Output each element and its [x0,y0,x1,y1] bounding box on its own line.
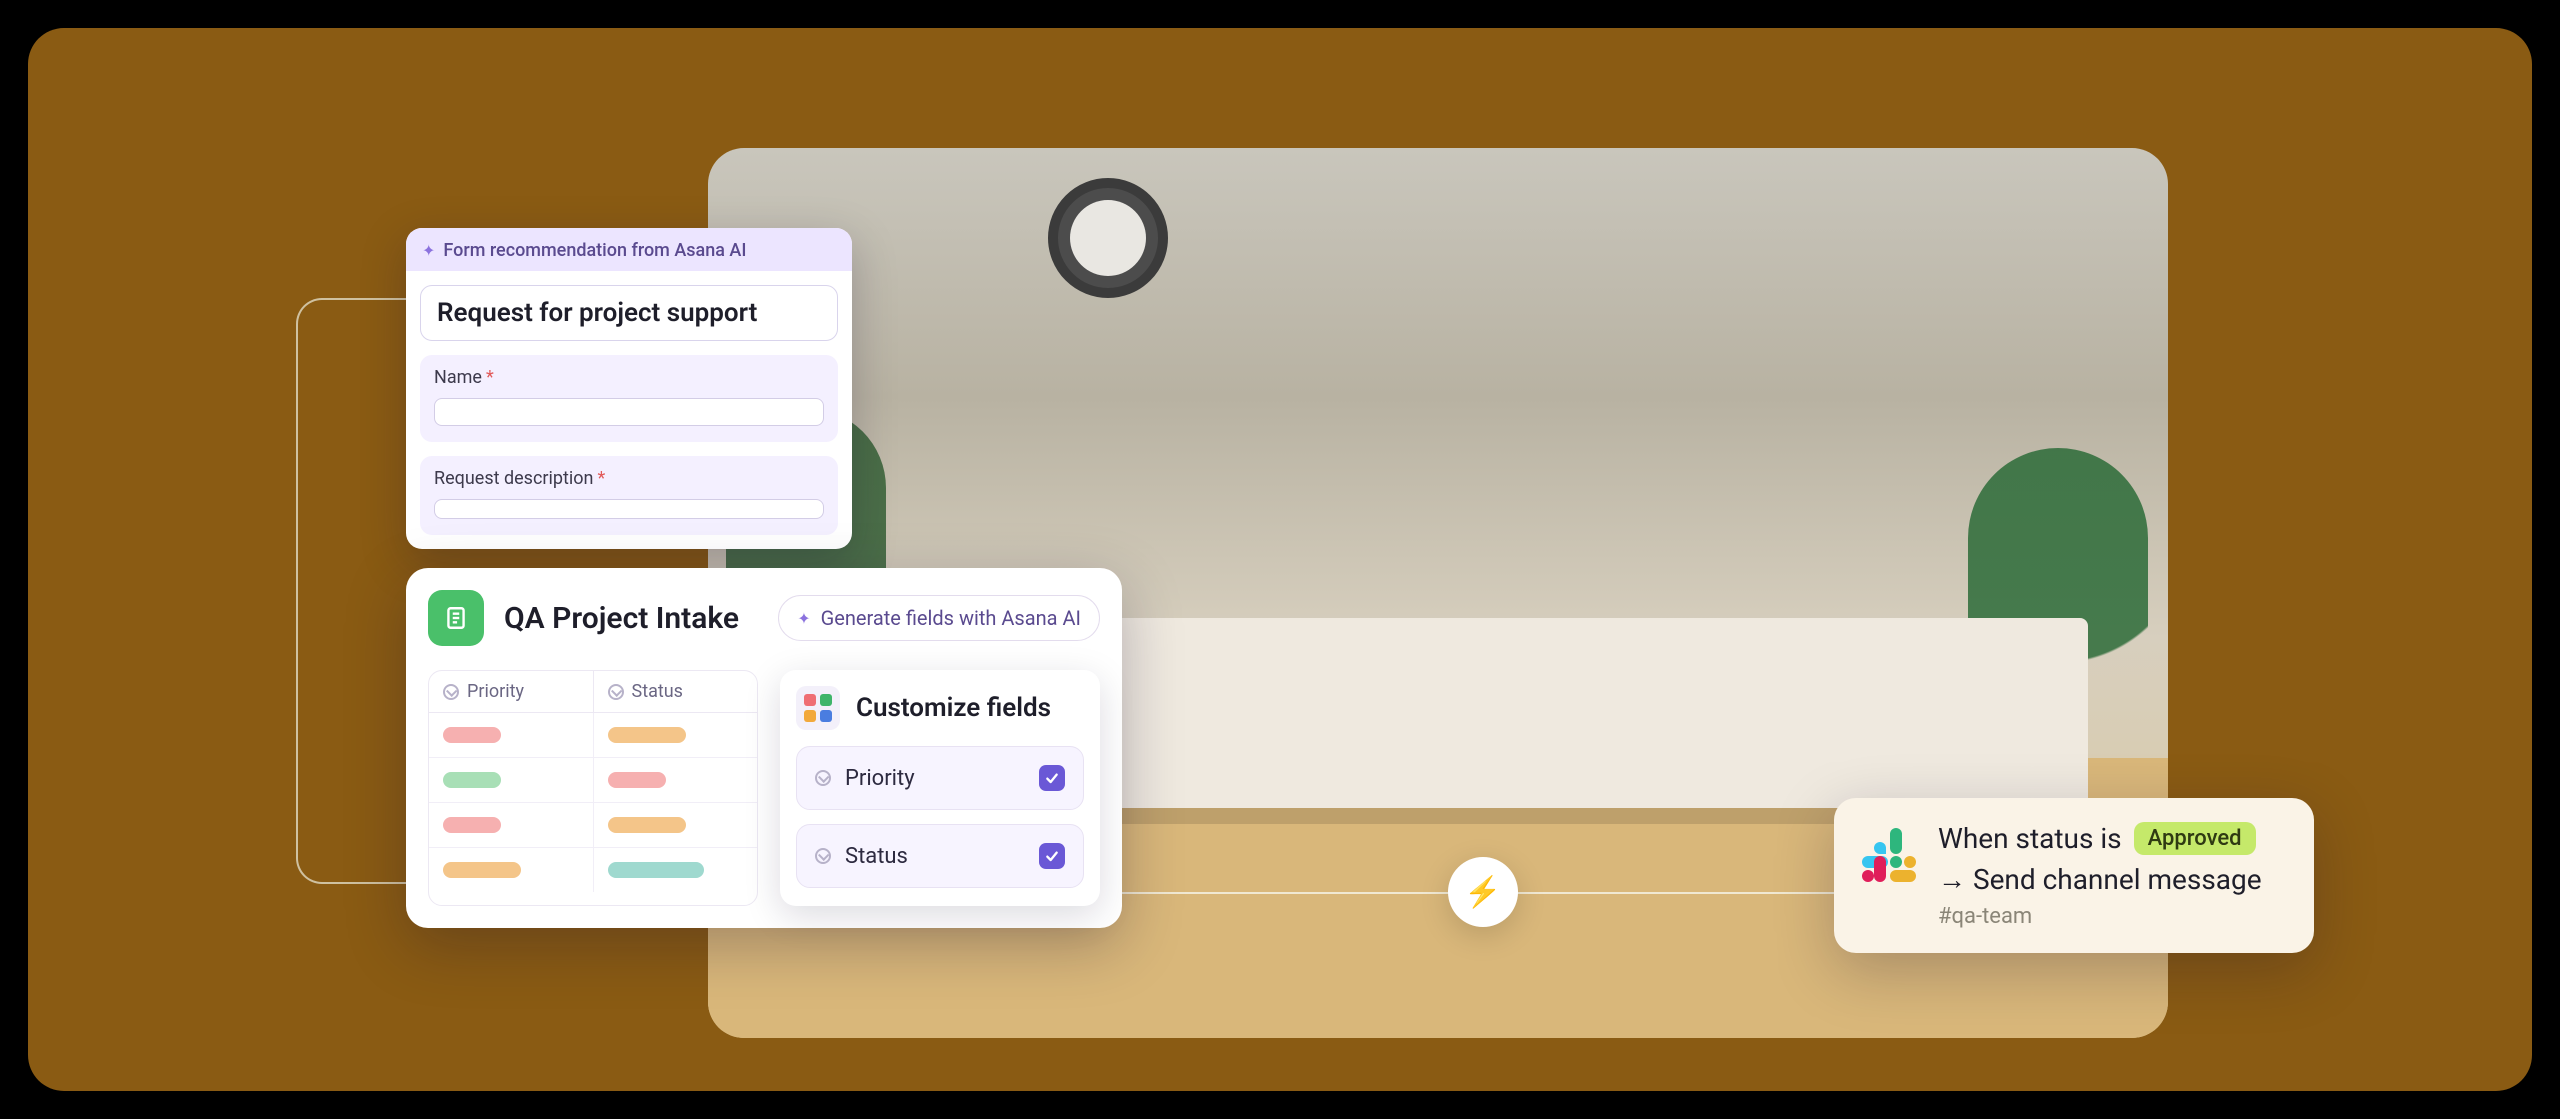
customize-title: Customize fields [856,693,1051,723]
chevron-down-icon [608,684,624,700]
form-card-header: ✦ Form recommendation from Asana AI [406,228,852,271]
name-field-label: Name [434,367,482,388]
form-group-name: Name * [420,355,838,442]
chevron-down-icon [815,848,831,864]
form-recommendation-card: ✦ Form recommendation from Asana AI Requ… [406,228,852,549]
checkbox-checked-icon[interactable] [1039,843,1065,869]
form-header-label: Form recommendation from Asana AI [443,240,746,261]
slack-icon [1860,826,1916,882]
name-input[interactable] [434,398,824,426]
customize-icon [796,686,840,730]
field-toggle-status[interactable]: Status [796,824,1084,888]
project-icon [428,590,484,646]
rule-channel: #qa-team [1938,904,2288,929]
description-field-label: Request description [434,468,593,489]
customize-fields-card: Customize fields Priority Status [780,670,1100,906]
field-toggle-priority[interactable]: Priority [796,746,1084,810]
automation-bolt-badge: ⚡ [1448,857,1518,927]
form-group-description: Request description * [420,456,838,535]
fields-preview-table: Priority Status [428,670,758,906]
connector-line-left [296,298,416,884]
field-label-status: Status [845,844,1025,869]
automation-rule-card: When status is Approved → Send channel m… [1834,798,2314,953]
background-panel: ⚡ ✦ Form recommendation from Asana AI Re… [28,28,2532,1091]
column-header-priority: Priority [429,671,594,712]
description-input[interactable] [434,499,824,519]
sparkle-icon: ✦ [797,609,810,628]
table-row [429,848,757,892]
generate-fields-label: Generate fields with Asana AI [821,606,1081,630]
required-marker: * [597,468,605,489]
checkbox-checked-icon[interactable] [1039,765,1065,791]
form-title-input[interactable]: Request for project support [420,285,838,341]
column-header-status: Status [594,671,758,712]
sparkle-icon: ✦ [422,241,435,260]
rule-action-label: Send channel message [1973,863,2262,896]
arrow-icon: → [1938,863,1966,896]
field-label-priority: Priority [845,766,1025,791]
required-marker: * [486,367,494,388]
rule-condition-prefix: When status is [1938,822,2122,855]
bolt-icon: ⚡ [1464,875,1501,910]
status-badge: Approved [2134,822,2256,855]
wall-clock-icon [1048,178,1168,298]
table-row [429,713,757,758]
project-intake-card: QA Project Intake ✦ Generate fields with… [406,568,1122,928]
chevron-down-icon [443,684,459,700]
generate-fields-button[interactable]: ✦ Generate fields with Asana AI [778,595,1100,641]
project-title: QA Project Intake [504,601,758,636]
table-row [429,758,757,803]
table-row [429,803,757,848]
chevron-down-icon [815,770,831,786]
